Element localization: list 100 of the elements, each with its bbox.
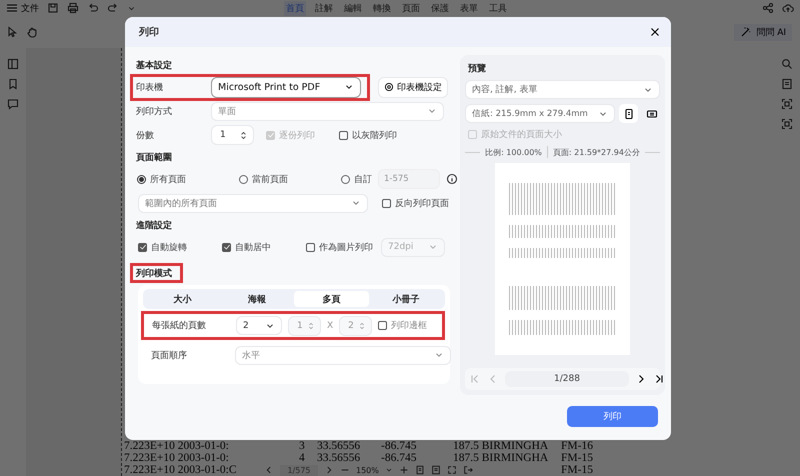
radio-button[interactable]: 當前頁面 bbox=[235, 172, 337, 186]
menu-tab[interactable]: 編輯 bbox=[342, 0, 364, 16]
table-cell: 7.223E+10 2003-01-0: bbox=[124, 452, 229, 464]
printer-icon[interactable] bbox=[67, 2, 79, 14]
mode-tab[interactable]: 海報 bbox=[220, 291, 294, 307]
print-button[interactable]: 列印 bbox=[567, 406, 658, 427]
spinner-arrows-icon bbox=[358, 322, 366, 330]
export-icon[interactable] bbox=[462, 465, 473, 475]
page-subset-select[interactable]: 範圍內的所有頁面 bbox=[138, 194, 368, 212]
section-heading: 進階設定 bbox=[135, 219, 173, 232]
landscape-page-icon bbox=[646, 108, 658, 120]
checkbox[interactable]: 列印邊框 bbox=[378, 319, 428, 332]
field-label: 列印方式 bbox=[135, 106, 173, 118]
fit-screen-icon[interactable] bbox=[446, 465, 457, 475]
menu-tab[interactable]: 表單 bbox=[458, 0, 480, 16]
page-order-select[interactable]: 水平 bbox=[235, 346, 451, 364]
zoom-level[interactable]: 150% bbox=[356, 466, 379, 474]
checkbox[interactable]: 自動旋轉 bbox=[138, 240, 222, 254]
checkbox[interactable]: 自動居中 bbox=[222, 240, 306, 254]
ask-ai-button[interactable]: 問問 AI bbox=[734, 24, 792, 40]
table-cell: 33.56556 bbox=[317, 440, 360, 452]
menu-tab[interactable]: 轉換 bbox=[371, 0, 393, 16]
table-cell: FM-15 bbox=[561, 464, 593, 476]
table-cell: -86.745 bbox=[381, 440, 416, 452]
document-icon[interactable] bbox=[430, 465, 441, 475]
checkbox[interactable]: 以灰階列印 bbox=[339, 128, 397, 142]
menu-icon bbox=[6, 2, 18, 14]
table-cell: 4 bbox=[299, 452, 305, 464]
sparkle-icon bbox=[740, 26, 752, 38]
share-icon[interactable] bbox=[762, 2, 774, 14]
last-page-icon bbox=[653, 373, 665, 385]
caret-icon[interactable] bbox=[384, 466, 393, 474]
checkbox[interactable]: 作為圖片列印 bbox=[306, 240, 373, 254]
info-icon[interactable] bbox=[446, 173, 458, 185]
table-cell: -86.745 bbox=[381, 452, 416, 464]
close-button[interactable] bbox=[649, 26, 661, 38]
page-size-text: 頁面: 21.59*27.94公分 bbox=[552, 146, 640, 158]
table-cell: 33.56556 bbox=[317, 452, 360, 464]
printer-settings-button[interactable]: 印表機設定 bbox=[378, 76, 448, 98]
table-cell: 7.223E+10 2003-01-0:C bbox=[124, 464, 237, 476]
menu-tab[interactable]: 頁面 bbox=[400, 0, 422, 16]
mode-tab[interactable]: 大小 bbox=[145, 291, 220, 307]
field-label: 每張紙的頁數 bbox=[151, 320, 207, 332]
table-cell: 187.5 BIRMINGHA bbox=[453, 440, 548, 452]
field-label: 印表機 bbox=[135, 82, 164, 94]
document-icon[interactable] bbox=[414, 465, 425, 475]
field-label: 頁面順序 bbox=[150, 350, 188, 362]
print-method-select[interactable]: 單面 bbox=[211, 102, 444, 120]
section-heading: 基本設定 bbox=[135, 59, 173, 72]
cursor-icon[interactable] bbox=[6, 26, 18, 38]
spinner-arrows-icon bbox=[307, 322, 315, 330]
table-cell: 187.5 BIRMINGHA bbox=[453, 452, 548, 464]
check-icon bbox=[138, 243, 146, 251]
check-icon bbox=[222, 243, 230, 251]
save-icon[interactable] bbox=[47, 2, 59, 14]
table-cell: 3 bbox=[299, 440, 305, 452]
dialog-title: 列印 bbox=[139, 26, 159, 39]
menu-tab[interactable]: 工具 bbox=[487, 0, 509, 16]
preview-page-field[interactable]: 1/288 bbox=[505, 371, 629, 387]
comment-icon[interactable] bbox=[7, 98, 19, 110]
hand-icon[interactable] bbox=[26, 26, 38, 38]
scale-text: 比例: 100.00% bbox=[485, 146, 542, 158]
panels-icon[interactable] bbox=[7, 58, 19, 70]
check-icon bbox=[266, 131, 274, 139]
table-cell: FM-15 bbox=[561, 452, 593, 464]
section-heading: 頁面範圍 bbox=[134, 152, 173, 164]
table-cell: FM-16 bbox=[561, 440, 593, 452]
radio-button[interactable]: 自訂 bbox=[337, 172, 372, 186]
target-icon bbox=[384, 82, 394, 92]
menu-tab[interactable]: 保護 bbox=[429, 0, 451, 16]
file-menu-button[interactable]: 文件 bbox=[6, 2, 39, 14]
orientation-button[interactable] bbox=[619, 104, 638, 123]
undo-icon[interactable] bbox=[87, 2, 99, 14]
close-icon bbox=[649, 26, 661, 38]
menu-tab[interactable]: 首頁 bbox=[284, 0, 306, 16]
cloud-upload-icon[interactable] bbox=[782, 2, 794, 14]
scan-icon[interactable] bbox=[781, 98, 793, 110]
preview-content-select[interactable]: 內容, 註解, 表單 bbox=[465, 80, 660, 99]
page-number-field[interactable]: 1/575 bbox=[280, 464, 318, 476]
document-icon[interactable] bbox=[781, 78, 793, 90]
search-icon[interactable] bbox=[781, 58, 793, 70]
paper-size-select[interactable]: 信紙: 215.9mm x 279.4mm bbox=[465, 104, 615, 123]
table-cell: 7.223E+10 2003-01-0: bbox=[124, 440, 229, 452]
field-label: 份數 bbox=[135, 130, 155, 142]
plus-icon[interactable] bbox=[398, 465, 409, 475]
radio-button[interactable]: 所有頁面 bbox=[133, 172, 235, 186]
mode-tab[interactable]: 多頁 bbox=[294, 291, 368, 307]
mode-tab[interactable]: 小冊子 bbox=[368, 291, 443, 307]
section-heading: 列印模式 bbox=[130, 263, 183, 283]
section-heading: 預覽 bbox=[467, 62, 487, 75]
checkbox[interactable]: 反向列印頁面 bbox=[382, 196, 449, 210]
pages-per-sheet-select[interactable]: 2 bbox=[236, 316, 282, 335]
redo-icon[interactable] bbox=[107, 2, 119, 14]
bookmark-icon[interactable] bbox=[7, 78, 19, 90]
menu-tab[interactable]: 註解 bbox=[313, 0, 335, 16]
printer-select[interactable]: Microsoft Print to PDF bbox=[211, 76, 361, 98]
multiply-sign: X bbox=[327, 320, 334, 330]
scan-icon[interactable] bbox=[781, 118, 793, 130]
last-page-button[interactable] bbox=[653, 373, 665, 385]
copies-spinner[interactable]: 1 bbox=[211, 125, 254, 145]
